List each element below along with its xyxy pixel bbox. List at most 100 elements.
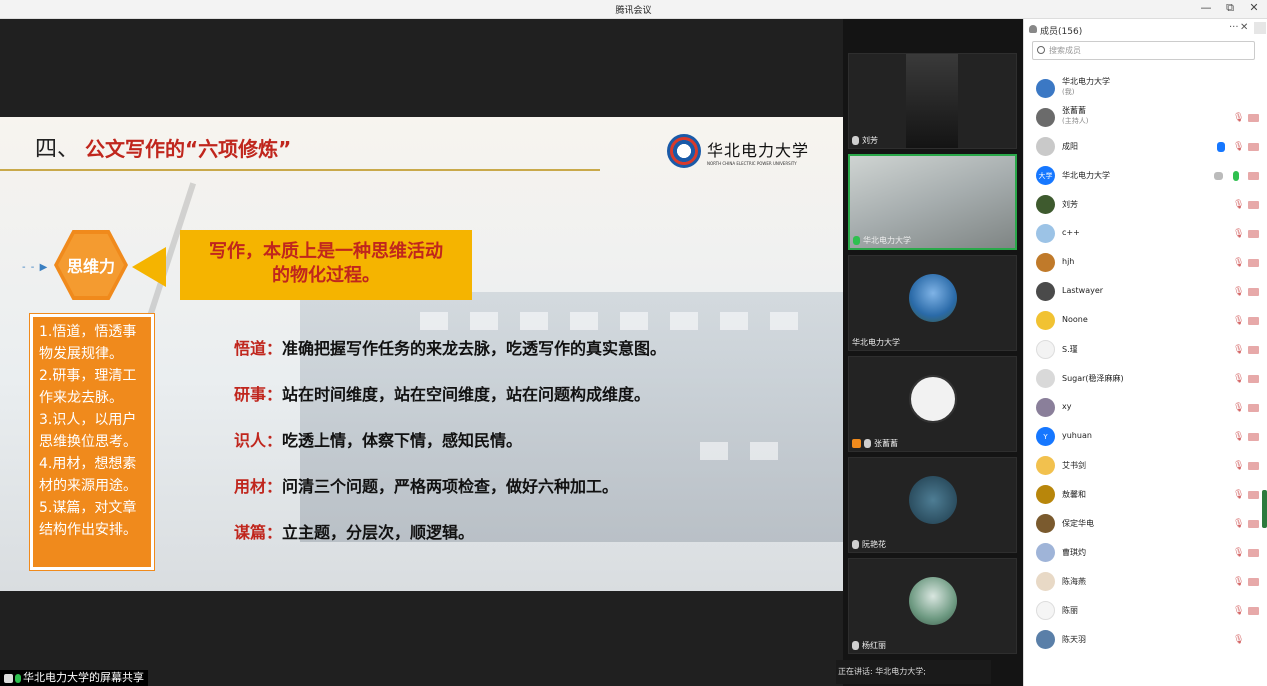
camera-off-icon[interactable] [1248,317,1259,325]
camera-off-icon[interactable] [1248,520,1259,528]
list-item[interactable]: 成阳 🎙 [1024,132,1267,161]
video-tile[interactable]: 阮艳花 [848,457,1017,553]
tile-name: 张蓄蓄 [874,439,898,448]
member-name: Noone [1062,315,1088,324]
avatar [1036,282,1055,301]
avatar [1036,253,1055,272]
summary-line: 3.识人，以用户 [39,412,137,428]
mic-muted-icon[interactable]: 🎙 [1233,577,1244,587]
list-item[interactable]: 曹琪灼 🎙 [1024,538,1267,567]
mic-muted-icon[interactable]: 🎙 [1233,287,1244,297]
camera-off-icon[interactable] [1248,230,1259,238]
slide-window-shape [770,312,798,330]
mic-active-icon[interactable] [1233,171,1239,181]
camera-off-icon[interactable] [1248,114,1259,122]
tile-name: 华北电力大学 [852,338,900,347]
member-name: 艾书剑 [1062,461,1086,470]
camera-off-icon[interactable] [1248,578,1259,586]
video-tile[interactable]: 杨红丽 [848,558,1017,654]
close-panel-button[interactable]: ✕ [1240,22,1248,33]
bullet-key: 识人： [234,431,283,450]
member-search-input[interactable]: 搜索成员 [1032,41,1255,60]
camera-off-icon[interactable] [1248,346,1259,354]
list-item[interactable]: S.瑾 🎙 [1024,335,1267,364]
panel-scrollbar[interactable] [1262,490,1267,528]
slide-section-number: 四、 [35,137,80,162]
mic-muted-icon[interactable]: 🎙 [1233,142,1244,152]
list-item[interactable]: 陈海燕 🎙 [1024,567,1267,596]
mic-muted-icon[interactable]: 🎙 [1233,432,1244,442]
mic-muted-icon[interactable]: 🎙 [1233,548,1244,558]
list-item[interactable]: 刘芳 🎙 [1024,190,1267,219]
mic-muted-icon[interactable]: 🎙 [1233,519,1244,529]
presentation-slide: 四、 公文写作的“六项修炼” 华北电力大学 NORTH CHINA ELECTRI… [0,117,843,591]
camera-off-icon[interactable] [1248,288,1259,296]
bullet-item: 研事：站在时间维度，站在空间维度，站在问题构成维度。 [234,381,666,427]
camera-off-icon[interactable] [1248,201,1259,209]
mic-muted-icon[interactable]: 🎙 [1233,635,1244,645]
more-options-button[interactable]: ··· [1229,22,1239,33]
camera-off-icon[interactable] [1248,259,1259,267]
camera-off-icon[interactable] [1248,143,1259,151]
avatar [1036,311,1055,330]
mic-muted-icon[interactable]: 🎙 [1233,113,1244,123]
list-item[interactable]: Noone 🎙 [1024,306,1267,335]
mic-muted-icon[interactable]: 🎙 [1233,316,1244,326]
list-item[interactable]: Lastwayer 🎙 [1024,277,1267,306]
mic-icon [15,673,21,683]
tile-name: 刘芳 [862,136,878,145]
callout-arrow-icon [132,247,166,287]
left-summary-card: 1.悟道，悟透事 物发展规律。 2.研事，理清工 作来龙去脉。 3.识人，以用户… [30,314,154,570]
avatar-badge: Y [1043,432,1048,441]
maximize-button[interactable]: ⧉ [1223,1,1237,15]
camera-off-icon[interactable] [1248,491,1259,499]
mic-muted-icon[interactable]: 🎙 [1233,345,1244,355]
mic-muted-icon[interactable]: 🎙 [1233,374,1244,384]
summary-line: 物发展规律。 [39,346,123,362]
camera-off-icon[interactable] [1248,433,1259,441]
camera-off-icon[interactable] [1248,549,1259,557]
member-name: hjh [1062,257,1075,266]
list-item[interactable]: Sugar(稳泽麻麻) 🎙 [1024,364,1267,393]
camera-off-icon[interactable] [1248,172,1259,180]
close-button[interactable]: ✕ [1247,1,1261,15]
list-item[interactable]: c++ 🎙 [1024,219,1267,248]
list-item[interactable]: 保定华电 🎙 [1024,509,1267,538]
list-item[interactable]: hjh 🎙 [1024,248,1267,277]
bullet-item: 悟道：准确把握写作任务的来龙去脉，吃透写作的真实意图。 [234,335,666,381]
summary-line: 2.研事，理清工 [39,368,137,384]
slide-window-shape [670,312,698,330]
list-item[interactable]: 大学 华北电力大学 [1024,161,1267,190]
list-item[interactable]: 敖馨和 🎙 [1024,480,1267,509]
mic-muted-icon[interactable]: 🎙 [1233,403,1244,413]
list-item[interactable]: Yyuhuan 🎙 [1024,422,1267,451]
mic-muted-icon[interactable]: 🎙 [1233,258,1244,268]
mic-muted-icon[interactable]: 🎙 [1233,490,1244,500]
mic-muted-icon[interactable]: 🎙 [1233,461,1244,471]
list-item[interactable]: 华北电力大学 (我) [1024,74,1267,103]
list-item[interactable]: 张蓄蓄 (主持人) 🎙 [1024,103,1267,132]
bullet-text: 吃透上情，体察下情，感知民情。 [282,431,523,450]
camera-off-icon[interactable] [1248,462,1259,470]
camera-off-icon[interactable] [1248,404,1259,412]
video-tile[interactable]: 张蓄蓄 [848,356,1017,452]
avatar [1036,340,1055,359]
video-tile[interactable]: 刘芳 [848,53,1017,149]
camera-off-icon[interactable] [1248,607,1259,615]
callout-line-2: 的物化过程。 [272,265,380,286]
slide-title-text: 公文写作的“六项修炼” [85,137,292,161]
video-tile-active[interactable]: 华北电力大学 [848,154,1017,250]
mic-muted-icon[interactable]: 🎙 [1233,229,1244,239]
list-item[interactable]: xy 🎙 [1024,393,1267,422]
list-item[interactable]: 陈丽 🎙 [1024,596,1267,625]
list-item[interactable]: 陈天羽 🎙 [1024,625,1267,654]
mic-muted-icon[interactable]: 🎙 [1233,606,1244,616]
mic-icon [853,236,860,245]
mic-muted-icon[interactable]: 🎙 [1233,200,1244,210]
list-item[interactable]: 艾书剑 🎙 [1024,451,1267,480]
video-tile[interactable]: 华北电力大学 [848,255,1017,351]
pin-panel-button[interactable] [1254,22,1266,34]
camera-off-icon[interactable] [1248,375,1259,383]
minimize-button[interactable]: — [1199,1,1213,15]
member-panel: 成员(156) ··· ✕ 搜索成员 华北电力大学 (我) 张蓄蓄 (主持人) 🎙 成… [1023,19,1267,686]
